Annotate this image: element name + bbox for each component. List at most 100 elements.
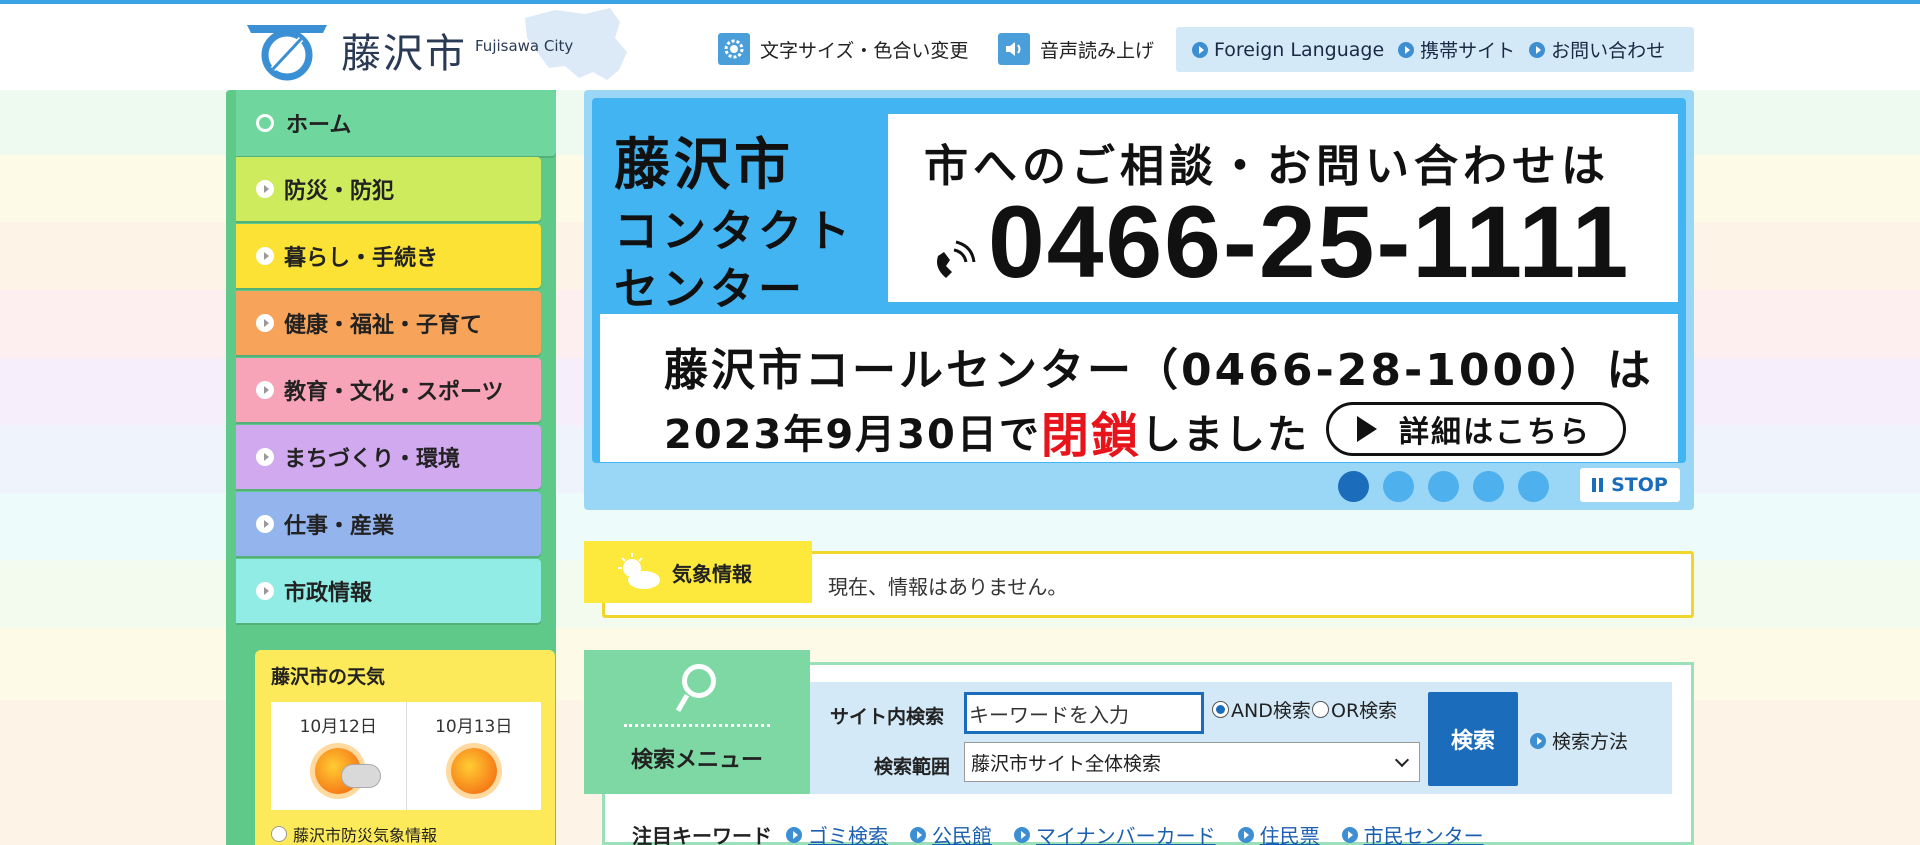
nav-label: 暮らし・手続き	[284, 246, 439, 271]
mobile-site-label: 携帯サイト	[1420, 40, 1516, 62]
weather-link-label: 藤沢市防災気象情報	[293, 826, 438, 845]
text-size-label: 文字サイズ・色合い変更	[760, 39, 969, 62]
carousel-dot-1[interactable]	[1338, 471, 1369, 502]
forecast-date: 10月13日	[435, 717, 513, 737]
banner-notice-box: 藤沢市コールセンター（0466-28-1000）は 2023年9月30日で 閉鎖…	[600, 314, 1678, 464]
arrow-circle-icon	[1192, 41, 1208, 58]
sun-cloud-icon	[614, 552, 662, 592]
tab-divider	[624, 724, 770, 730]
keyword-link[interactable]: マイナンバーカード	[1014, 820, 1216, 845]
search-input[interactable]: キーワードを入力	[964, 692, 1204, 734]
banner-carousel: 藤沢市 コンタクト センター 市へのご相談・お問い合わせは 0466-25-11…	[584, 90, 1694, 510]
banner-phone-number: 0466-25-1111	[988, 185, 1631, 299]
disaster-weather-link[interactable]: 藤沢市防災気象情報	[271, 822, 437, 845]
radio-selected-icon	[1212, 701, 1229, 718]
forecast-date: 10月12日	[299, 717, 377, 737]
text-size-button[interactable]: 文字サイズ・色合い変更	[718, 32, 968, 66]
nav-label: 市政情報	[284, 581, 373, 606]
contact-link[interactable]: お問い合わせ	[1529, 36, 1665, 63]
keyword-label: 市民センター	[1363, 824, 1484, 845]
search-icon-handle	[675, 693, 690, 713]
nav-home-label: ホーム	[286, 113, 352, 138]
keyword-label: マイナンバーカード	[1036, 824, 1216, 845]
or-search-label: OR検索	[1331, 700, 1398, 722]
carousel-dot-4[interactable]	[1473, 471, 1504, 502]
header-links: Foreign Language 携帯サイト お問い合わせ	[1176, 27, 1694, 72]
nav-label: まちづくり・環境	[284, 447, 461, 472]
city-emblem-icon	[243, 19, 331, 81]
search-scope-select[interactable]: 藤沢市サイト全体検索	[964, 742, 1420, 782]
nav-item-education[interactable]: 教育・文化・スポーツ	[236, 358, 541, 422]
carousel-dot-5[interactable]	[1518, 471, 1549, 502]
carousel-dot-3[interactable]	[1428, 471, 1459, 502]
keyword-link[interactable]: 市民センター	[1341, 820, 1484, 845]
sun-icon	[450, 748, 497, 794]
nav-item-home[interactable]: ホーム	[236, 90, 556, 156]
nav-label: 健康・福祉・子育て	[284, 313, 483, 338]
carousel-dots	[1338, 471, 1549, 502]
search-section: 検索メニュー サイト内検索 キーワードを入力 AND検索 OR検索 検索範囲 藤…	[584, 650, 1694, 845]
keyword-link[interactable]: 住民票	[1237, 820, 1320, 845]
voice-reading-button[interactable]: 音声読み上げ	[998, 32, 1154, 66]
mobile-site-link[interactable]: 携帯サイト	[1398, 36, 1515, 63]
notice-suffix: しました	[1140, 412, 1309, 458]
pause-icon	[1592, 478, 1604, 492]
arrow-circle-icon	[1237, 826, 1254, 843]
foreign-language-label: Foreign Language	[1214, 38, 1385, 61]
and-search-radio[interactable]: AND検索	[1212, 696, 1311, 723]
weather-title: 藤沢市の天気	[271, 666, 386, 688]
nav-item-disaster[interactable]: 防災・防犯	[236, 157, 541, 221]
nav-item-life[interactable]: 暮らし・手続き	[236, 224, 541, 288]
chevron-down-icon	[1394, 752, 1410, 768]
search-menu-label: 検索メニュー	[630, 748, 763, 773]
banner-notice-line2: 2023年9月30日で 閉鎖 しました	[664, 396, 1309, 466]
carousel-stop-button[interactable]: STOP	[1580, 468, 1680, 502]
arrow-circle-icon	[256, 180, 274, 198]
site-search-label: サイト内検索	[830, 706, 945, 728]
keyword-link[interactable]: 公民館	[910, 820, 992, 845]
arrow-circle-icon	[1398, 41, 1415, 58]
forecast-day: 10月12日	[271, 702, 407, 810]
site-header: 藤沢市 Fujisawa City 文字サイズ・色合い変更 音声読み上げ For…	[0, 4, 1920, 90]
cloud-icon	[341, 764, 381, 788]
search-help-link[interactable]: 検索方法	[1530, 727, 1628, 754]
details-button[interactable]: 詳細はこちら	[1326, 402, 1626, 456]
arrow-circle-icon	[1341, 826, 1358, 843]
forecast-day: 10月13日	[407, 702, 542, 810]
voice-label: 音声読み上げ	[1040, 39, 1155, 62]
foreign-language-link[interactable]: Foreign Language	[1192, 39, 1384, 61]
weather-info-section: 気象情報 現在、情報はありません。	[584, 541, 1694, 619]
arrow-circle-icon	[256, 381, 274, 399]
play-icon	[1357, 416, 1377, 442]
search-icon	[682, 664, 716, 698]
or-search-radio[interactable]: OR検索	[1312, 696, 1397, 723]
banner-title-line3: センター	[614, 264, 806, 315]
nav-item-work[interactable]: 仕事・産業	[236, 492, 541, 556]
arrow-circle-icon	[1014, 826, 1030, 843]
arrow-circle-icon	[1530, 732, 1546, 749]
notice-date: 2023年9月30日で	[664, 412, 1041, 458]
arrow-circle-icon	[786, 826, 802, 843]
keyword-label: ゴミ検索	[808, 824, 888, 845]
search-menu-tab: 検索メニュー	[584, 650, 810, 794]
banner-title: 藤沢市 コンタクト センター	[614, 120, 854, 317]
nav-item-environment[interactable]: まちづくり・環境	[236, 425, 541, 489]
arrow-circle-icon	[256, 448, 274, 466]
nav-item-health[interactable]: 健康・福祉・子育て	[236, 291, 541, 355]
ring-icon	[256, 114, 274, 132]
arrow-circle-icon	[256, 314, 274, 332]
logo-name: 藤沢市	[341, 31, 467, 77]
weather-info-message: 現在、情報はありません。	[828, 575, 1068, 599]
site-logo[interactable]: 藤沢市 Fujisawa City	[243, 18, 573, 82]
keyword-link[interactable]: ゴミ検索	[786, 820, 888, 845]
radio-unselected-icon	[1312, 701, 1329, 718]
banner-slide[interactable]: 藤沢市 コンタクト センター 市へのご相談・お問い合わせは 0466-25-11…	[592, 98, 1686, 464]
search-form: サイト内検索 キーワードを入力 AND検索 OR検索 検索範囲 藤沢市サイト全体…	[810, 682, 1672, 794]
carousel-dot-2[interactable]	[1383, 471, 1414, 502]
weather-info-tab: 気象情報	[584, 541, 812, 603]
search-button[interactable]: 検索	[1428, 692, 1518, 786]
nav-label: 仕事・産業	[284, 514, 395, 539]
keyword-label: 住民票	[1259, 824, 1320, 845]
and-search-label: AND検索	[1231, 700, 1311, 722]
nav-item-city-admin[interactable]: 市政情報	[236, 559, 541, 623]
